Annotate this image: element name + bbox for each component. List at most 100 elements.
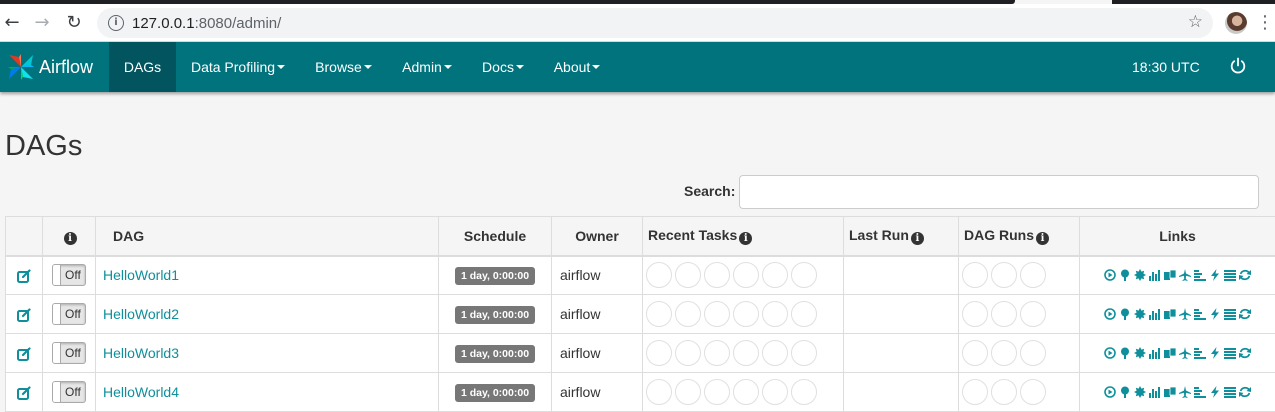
trigger-dag-icon[interactable] (1104, 269, 1116, 282)
dag-link[interactable]: HelloWorld4 (96, 384, 179, 400)
dag-run-state-circle[interactable] (1020, 301, 1046, 327)
info-icon[interactable]: i (910, 231, 924, 245)
graph-view-icon[interactable] (1134, 347, 1146, 359)
dag-run-state-circle[interactable] (991, 340, 1017, 366)
dag-run-state-circle[interactable] (991, 301, 1017, 327)
tree-view-icon[interactable] (1119, 347, 1131, 359)
dag-pause-toggle[interactable]: Off (52, 342, 86, 364)
recent-task-state-circle[interactable] (733, 379, 759, 405)
recent-task-state-circle[interactable] (675, 301, 701, 327)
refresh-icon[interactable] (1239, 386, 1251, 398)
dag-pause-toggle[interactable]: Off (52, 303, 86, 325)
refresh-icon[interactable] (1239, 308, 1251, 320)
refresh-icon[interactable] (1239, 269, 1251, 281)
gantt-icon[interactable] (1194, 347, 1206, 359)
nav-docs[interactable]: Docs (467, 42, 539, 92)
info-icon[interactable]: i (63, 231, 77, 245)
dag-run-state-circle[interactable] (962, 379, 988, 405)
gantt-icon[interactable] (1194, 386, 1206, 398)
code-view-icon[interactable] (1209, 269, 1221, 282)
logs-icon[interactable] (1224, 347, 1236, 359)
logs-icon[interactable] (1224, 308, 1236, 320)
task-duration-icon[interactable] (1149, 386, 1161, 398)
dag-run-state-circle[interactable] (962, 301, 988, 327)
recent-task-state-circle[interactable] (675, 340, 701, 366)
dag-run-state-circle[interactable] (962, 340, 988, 366)
task-tries-icon[interactable] (1164, 347, 1176, 359)
trigger-dag-icon[interactable] (1104, 347, 1116, 359)
star-icon[interactable]: ☆ (1188, 12, 1203, 32)
nav-browse[interactable]: Browse (300, 42, 387, 92)
graph-view-icon[interactable] (1134, 386, 1146, 398)
edit-icon[interactable] (17, 386, 31, 401)
dag-pause-toggle[interactable]: Off (52, 264, 86, 287)
recent-task-state-circle[interactable] (646, 301, 672, 327)
nav-dags[interactable]: DAGs (109, 42, 176, 92)
dag-link[interactable]: HelloWorld3 (96, 345, 179, 361)
profile-avatar[interactable] (1225, 12, 1247, 34)
nav-data-profiling[interactable]: Data Profiling (176, 42, 300, 92)
dag-run-state-circle[interactable] (991, 262, 1017, 289)
edit-icon[interactable] (17, 308, 31, 323)
recent-task-state-circle[interactable] (762, 301, 788, 327)
task-duration-icon[interactable] (1149, 347, 1161, 359)
header-schedule[interactable]: Schedule (438, 216, 552, 257)
recent-task-state-circle[interactable] (646, 340, 672, 366)
tree-view-icon[interactable] (1119, 386, 1131, 398)
recent-task-state-circle[interactable] (646, 262, 672, 289)
edit-icon[interactable] (17, 347, 31, 362)
recent-task-state-circle[interactable] (762, 340, 788, 366)
landing-times-icon[interactable] (1179, 347, 1191, 359)
recent-task-state-circle[interactable] (791, 301, 817, 327)
brand-link[interactable]: Airflow (6, 52, 93, 82)
recent-task-state-circle[interactable] (733, 301, 759, 327)
recent-task-state-circle[interactable] (762, 262, 788, 289)
recent-task-state-circle[interactable] (704, 301, 730, 327)
recent-task-state-circle[interactable] (704, 340, 730, 366)
code-view-icon[interactable] (1209, 347, 1221, 359)
logs-icon[interactable] (1224, 269, 1236, 282)
tree-view-icon[interactable] (1119, 308, 1131, 320)
recent-task-state-circle[interactable] (791, 262, 817, 289)
dag-link[interactable]: HelloWorld2 (96, 306, 179, 322)
task-tries-icon[interactable] (1164, 386, 1176, 398)
recent-task-state-circle[interactable] (704, 379, 730, 405)
dag-link[interactable]: HelloWorld1 (96, 267, 179, 283)
trigger-dag-icon[interactable] (1104, 308, 1116, 320)
code-view-icon[interactable] (1209, 308, 1221, 320)
dag-pause-toggle[interactable]: Off (52, 381, 86, 403)
trigger-dag-icon[interactable] (1104, 386, 1116, 398)
landing-times-icon[interactable] (1179, 308, 1191, 320)
info-icon[interactable]: i (1036, 231, 1049, 245)
graph-view-icon[interactable] (1134, 308, 1146, 320)
dag-run-state-circle[interactable] (1020, 262, 1046, 289)
recent-task-state-circle[interactable] (704, 262, 730, 289)
info-icon[interactable]: i (108, 15, 124, 31)
recent-task-state-circle[interactable] (733, 340, 759, 366)
tree-view-icon[interactable] (1119, 269, 1131, 282)
logout-power-icon[interactable] (1228, 56, 1248, 76)
task-tries-icon[interactable] (1164, 308, 1176, 320)
reload-icon[interactable]: ↻ (63, 12, 85, 34)
landing-times-icon[interactable] (1179, 386, 1191, 398)
recent-task-state-circle[interactable] (791, 379, 817, 405)
recent-task-state-circle[interactable] (675, 379, 701, 405)
logs-icon[interactable] (1224, 386, 1236, 398)
nav-admin[interactable]: Admin (387, 42, 467, 92)
edit-icon[interactable] (17, 269, 31, 284)
more-menu-icon[interactable]: ⋮ (1256, 12, 1274, 34)
code-view-icon[interactable] (1209, 386, 1221, 398)
recent-task-state-circle[interactable] (675, 262, 701, 289)
dag-run-state-circle[interactable] (1020, 340, 1046, 366)
recent-task-state-circle[interactable] (791, 340, 817, 366)
refresh-icon[interactable] (1239, 347, 1251, 359)
dag-run-state-circle[interactable] (1020, 379, 1046, 405)
task-duration-icon[interactable] (1149, 308, 1161, 320)
task-tries-icon[interactable] (1164, 269, 1176, 281)
gantt-icon[interactable] (1194, 308, 1206, 320)
header-owner[interactable]: Owner (551, 216, 643, 257)
header-dag[interactable]: DAG (95, 216, 439, 257)
gantt-icon[interactable] (1194, 269, 1206, 282)
info-icon[interactable]: i (739, 231, 753, 245)
nav-about[interactable]: About (539, 42, 615, 92)
